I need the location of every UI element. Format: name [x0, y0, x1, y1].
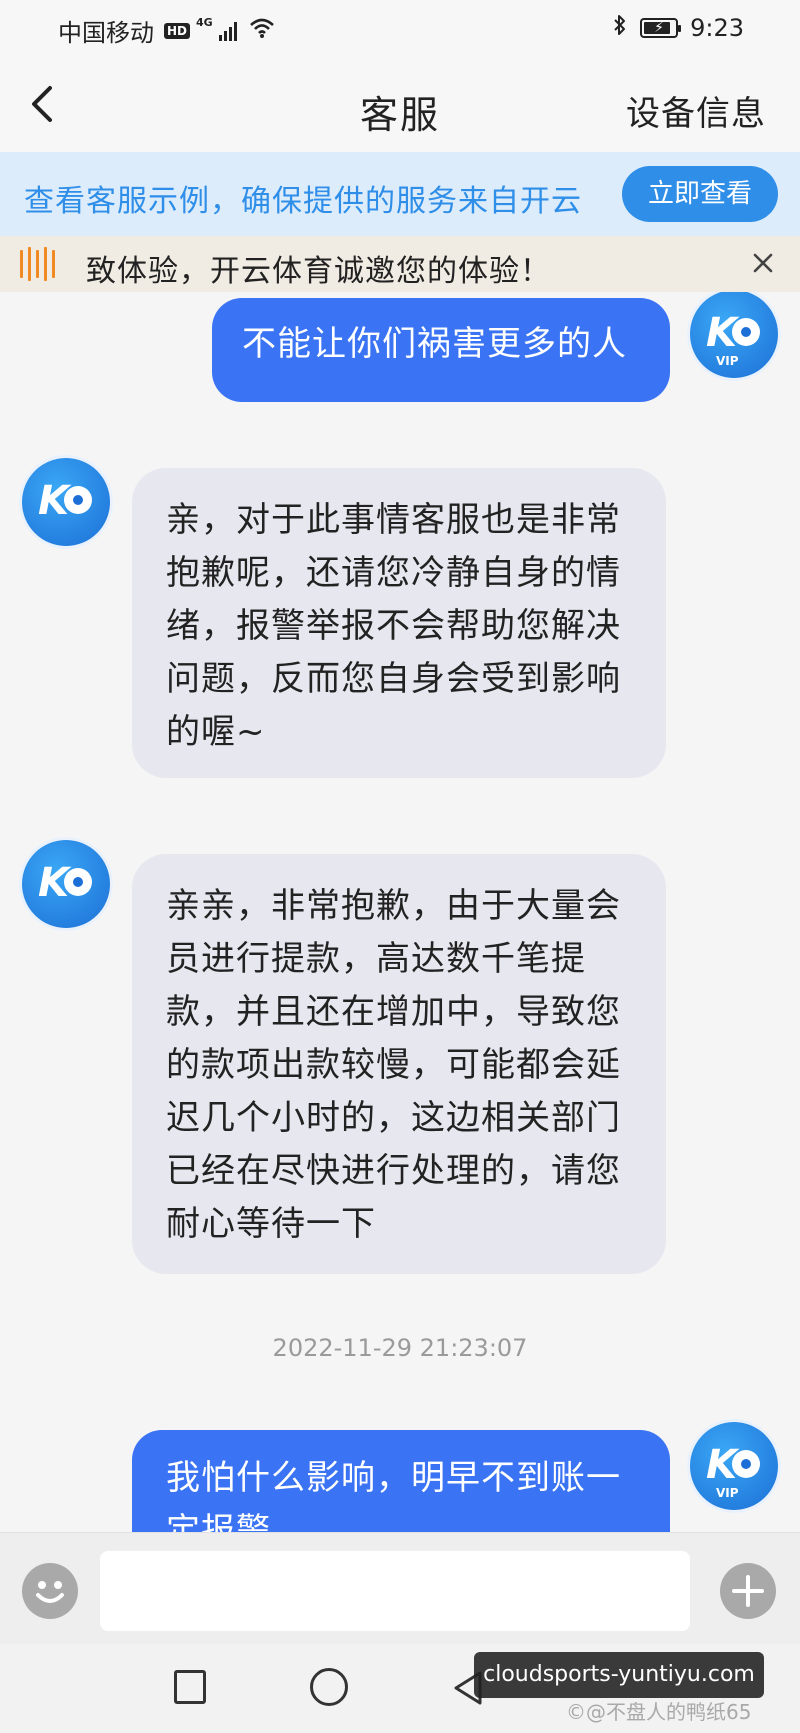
ko-logo-icon: K: [38, 860, 92, 906]
announcement-icon: [20, 246, 62, 282]
agent-message: 亲亲，非常抱歉，由于大量会员进行提款，高达数千笔提款，并且还在增加中，导致您的款…: [132, 854, 666, 1274]
agent-message: 亲，对于此事情客服也是非常抱歉呢，还请您冷静自身的情绪，报警举报不会帮助您解决问…: [132, 468, 666, 778]
ko-logo-icon: K: [38, 478, 92, 524]
emoji-button[interactable]: [22, 1563, 78, 1619]
device-info-button[interactable]: 设备信息: [626, 86, 766, 135]
message-input[interactable]: [100, 1551, 690, 1631]
avatar-vip-label: VIP: [716, 1486, 739, 1500]
input-bar: [0, 1532, 800, 1644]
avatar-vip-label: VIP: [716, 354, 739, 368]
header-bar: 客服 设备信息: [0, 56, 800, 152]
user-message: 我怕什么影响，明早不到账一定报警: [132, 1430, 670, 1532]
notice-bar: 致体验，开云体育诚邀您的体验！: [0, 236, 800, 292]
recent-apps-icon[interactable]: [174, 1670, 206, 1704]
status-left: 中国移动 HD 4G: [58, 13, 275, 48]
bluetooth-icon: [612, 13, 628, 43]
user-message: 不能让你们祸害更多的人: [212, 298, 670, 402]
carrier-name: 中国移动: [58, 19, 154, 47]
attach-button[interactable]: [720, 1563, 776, 1619]
info-banner: 查看客服示例，确保提供的服务来自开云 立即查看: [0, 152, 800, 236]
promo-url-badge: cloudsports-yuntiyu.com: [474, 1652, 764, 1698]
watermark-text: ©@不盘人的鸭纸65: [566, 1700, 752, 1724]
plus-icon: [732, 1575, 764, 1607]
close-icon[interactable]: [748, 248, 778, 278]
network-type: 4G: [196, 16, 213, 29]
home-icon[interactable]: [310, 1668, 348, 1706]
info-banner-text: 查看客服示例，确保提供的服务来自开云: [24, 184, 582, 219]
emoji-icon: [36, 1581, 64, 1603]
hd-badge: HD: [164, 22, 191, 39]
avatar[interactable]: K VIP: [690, 292, 778, 378]
avatar[interactable]: K VIP: [690, 1422, 778, 1510]
view-now-button[interactable]: 立即查看: [622, 166, 778, 222]
message-timestamp: 2022-11-29 21:23:07: [272, 1334, 528, 1362]
status-right: ⚡ 9:23: [612, 13, 744, 43]
agent-avatar[interactable]: K: [22, 458, 110, 546]
agent-avatar[interactable]: K: [22, 840, 110, 928]
clock: 9:23: [690, 14, 744, 42]
battery-icon: ⚡: [640, 18, 682, 38]
notice-text: 致体验，开云体育诚邀您的体验！: [86, 254, 551, 289]
wifi-icon: [249, 17, 275, 45]
status-bar: 中国移动 HD 4G ⚡ 9:23: [0, 0, 800, 56]
chat-area[interactable]: 不能让你们祸害更多的人 K VIP K 亲，对于此事情客服也是非常抱歉呢，还请您…: [0, 292, 800, 1532]
signal-icon: [218, 21, 237, 41]
